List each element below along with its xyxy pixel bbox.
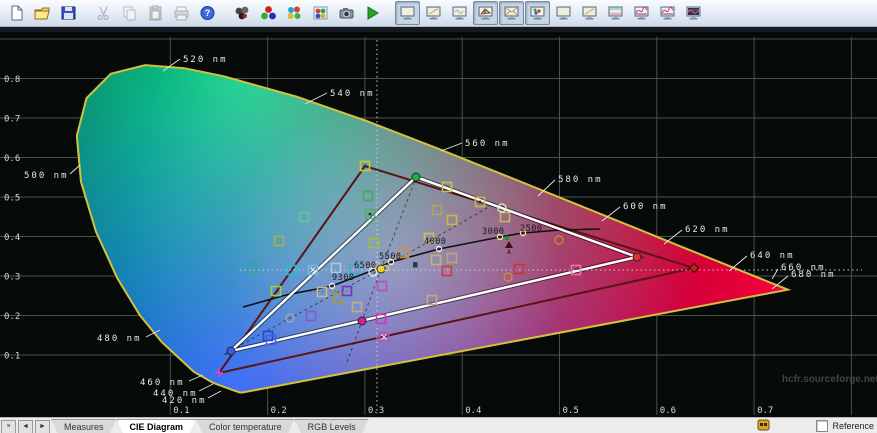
y-tick-label: 0.2 [4, 312, 20, 322]
primary-point [411, 172, 421, 182]
hcfr-window: ? A 9300 6500 5500 4000 3000 2500 520 nm 540 nm 5… [0, 0, 877, 433]
y-tick-label: 0.1 [4, 352, 20, 362]
wavelength-label: 460 nm [140, 378, 185, 388]
reference-checkbox-label: Reference [832, 421, 874, 431]
primary-point [632, 252, 642, 262]
view-monitor-icon-ciedots[interactable] [525, 1, 550, 25]
view-monitor-icon-hist[interactable] [629, 1, 654, 25]
run-measure-icon[interactable] [360, 1, 385, 25]
y-tick-label: 0.7 [4, 115, 20, 125]
wavelength-label: 420 nm [162, 396, 207, 406]
cie-diagram-panel[interactable]: A 9300 6500 5500 4000 3000 2500 520 nm 540 nm 560… [0, 32, 877, 417]
x-tick-label: 0.6 [660, 406, 676, 416]
watermark-text: hcfr.sourceforge.net [782, 374, 877, 385]
sensor-balls-rgb-icon[interactable] [256, 1, 281, 25]
view-monitor-icon-squiggle[interactable] [447, 1, 472, 25]
copy-icon[interactable] [117, 1, 142, 25]
tab-scroll-right-button[interactable]: ► [35, 420, 50, 433]
sensor-balls-multi-icon[interactable] [282, 1, 307, 25]
view-monitor-icon-envelope[interactable] [499, 1, 524, 25]
y-tick-label: 0.3 [4, 273, 20, 283]
open-folder-icon[interactable] [30, 1, 55, 25]
tab-color-temperature[interactable]: Color temperature [196, 419, 295, 433]
colorimeter-status-icon [757, 419, 770, 433]
wavelength-label: 620 nm [685, 225, 730, 235]
bottom-tab-bar: × ◄ ► Measures CIE Diagram Color temperature… [0, 417, 877, 433]
tab-cie-diagram[interactable]: CIE Diagram [117, 419, 197, 433]
primary-point [226, 346, 236, 356]
main-toolbar: ? [0, 0, 877, 27]
tab-rgb-levels[interactable]: RGB Levels [295, 419, 369, 433]
help-icon[interactable]: ? [195, 1, 220, 25]
x-tick-label: 0.1 [173, 406, 189, 416]
wavelength-label: 500 nm [24, 171, 69, 181]
color-temperature-label: 2500 [520, 224, 542, 234]
wavelength-label: 480 nm [97, 334, 142, 344]
view-monitor-icon-plain[interactable] [395, 1, 420, 25]
x-tick-label: 0.3 [368, 406, 384, 416]
color-temperature-label: 6500 [354, 261, 376, 271]
illuminant-b-marker [413, 262, 418, 268]
tab-measures[interactable]: Measures [51, 419, 117, 433]
tab-nav-buttons: × ◄ ► [0, 418, 51, 433]
toolbar-group-edit: ? [91, 1, 221, 25]
tab-list: Measures CIE Diagram Color temperature RGB … [51, 418, 369, 433]
wavelength-label: 520 nm [183, 55, 228, 65]
primary-point [357, 316, 367, 326]
wavelength-label: 640 nm [750, 251, 795, 261]
paste-icon[interactable] [143, 1, 168, 25]
svg-text:A: A [507, 249, 511, 256]
view-monitor-icon-gamut[interactable] [473, 1, 498, 25]
wavelength-label: 680 nm [791, 270, 836, 280]
sensor-balls-dark-icon[interactable] [230, 1, 255, 25]
wavelength-label: 540 nm [330, 89, 375, 99]
view-monitor-icon-plain[interactable] [551, 1, 576, 25]
save-floppy-icon[interactable] [56, 1, 81, 25]
toolbar-group-measure [230, 1, 386, 25]
x-tick-label: 0.2 [271, 406, 287, 416]
color-temperature-label: 9300 [332, 273, 354, 283]
y-tick-label: 0.8 [4, 75, 20, 85]
view-monitor-icon-curve[interactable] [577, 1, 602, 25]
camera-icon[interactable] [334, 1, 359, 25]
color-temperature-label: 5500 [379, 252, 401, 262]
wavelength-label: 600 nm [623, 202, 668, 212]
svg-text:?: ? [205, 8, 211, 18]
y-tick-label: 0.4 [4, 233, 20, 243]
x-tick-label: 0.4 [465, 406, 481, 416]
toolbar-group-views [395, 1, 707, 25]
view-monitor-icon-curve[interactable] [421, 1, 446, 25]
y-tick-label: 0.6 [4, 154, 20, 164]
reference-checkbox[interactable] [816, 420, 829, 432]
x-tick-label: 0.7 [757, 406, 773, 416]
tab-scroll-left-button[interactable]: ◄ [18, 420, 33, 433]
wavelength-label: 560 nm [465, 139, 510, 149]
status-area: Reference [757, 418, 877, 433]
x-tick-label: 0.5 [563, 406, 579, 416]
view-monitor-icon-hist[interactable] [655, 1, 680, 25]
cut-scissors-icon[interactable] [91, 1, 116, 25]
print-icon[interactable] [169, 1, 194, 25]
view-monitor-icon-dark[interactable] [681, 1, 706, 25]
view-monitor-icon-bands[interactable] [603, 1, 628, 25]
new-document-icon[interactable] [4, 1, 29, 25]
tab-close-button[interactable]: × [1, 420, 16, 433]
toolbar-group-file [4, 1, 82, 25]
cie-chromaticity-chart[interactable]: A 930065005500 4000 3000 2500 520 nm 540 nm 560… [0, 32, 877, 417]
wavelength-label: 580 nm [558, 175, 603, 185]
y-tick-label: 0.5 [4, 194, 20, 204]
color-temperature-label: 3000 [482, 227, 504, 237]
sensor-balls-grid-icon[interactable] [308, 1, 333, 25]
color-temperature-label: 4000 [424, 237, 446, 247]
